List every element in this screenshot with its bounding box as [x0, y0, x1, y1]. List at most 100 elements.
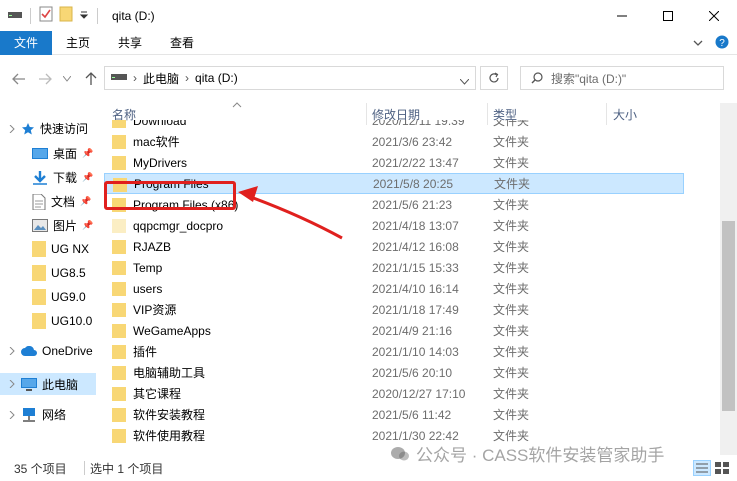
file-type: 文件夹 [493, 303, 530, 317]
details-view-button[interactable] [693, 460, 711, 479]
file-row[interactable]: mac软件 2021/3/6 23:42 文件夹 [104, 131, 684, 152]
breadcrumb-this-pc[interactable]: 此电脑 [143, 70, 179, 87]
file-row[interactable]: 软件安装教程 2021/5/6 11:42 文件夹 [104, 404, 684, 425]
details-view-icon [693, 460, 711, 476]
folder-icon [112, 345, 126, 362]
nav-item-quick-access[interactable]: 快速访问 [8, 120, 88, 137]
forward-button[interactable] [34, 68, 56, 90]
refresh-icon [489, 72, 499, 83]
tab-file[interactable]: 文件 [0, 30, 53, 55]
annotation-highlight-box [104, 181, 236, 210]
file-row[interactable]: MyDrivers 2021/2/22 13:47 文件夹 [104, 152, 684, 173]
nav-item-folder[interactable]: UG10.0 [32, 313, 92, 329]
download-icon [33, 170, 47, 185]
nav-label: UG9.0 [51, 290, 86, 304]
file-type: 文件夹 [493, 120, 530, 128]
minimize-button[interactable] [599, 0, 645, 31]
nav-item-folder[interactable]: UG8.5 [32, 265, 86, 281]
pin-icon: 📌 [82, 172, 94, 182]
close-button[interactable] [691, 0, 737, 31]
folder-icon [112, 261, 126, 278]
nav-item-folder[interactable]: UG9.0 [32, 289, 86, 305]
scrollbar-thumb[interactable] [722, 221, 735, 411]
file-row[interactable]: 电脑辅助工具 2021/5/6 20:10 文件夹 [104, 362, 684, 383]
maximize-button[interactable] [645, 0, 691, 31]
file-row[interactable]: RJAZB 2021/4/12 16:08 文件夹 [104, 236, 684, 257]
nav-item-onedrive[interactable]: OneDrive [8, 344, 93, 358]
file-row[interactable]: users 2021/4/10 16:14 文件夹 [104, 278, 684, 299]
file-date: 2021/4/18 13:07 [372, 218, 459, 233]
folder-icon [112, 303, 126, 320]
address-dropdown-button[interactable] [459, 74, 470, 88]
new-folder-icon[interactable] [59, 6, 73, 25]
search-box[interactable]: 搜索"qita (D:)" [520, 66, 724, 90]
customize-toolbar-icon[interactable] [79, 9, 89, 23]
file-date: 2021/3/6 23:42 [372, 134, 453, 149]
file-type: 文件夹 [493, 261, 530, 275]
nav-label: UG NX [51, 242, 90, 256]
file-row[interactable]: VIP资源 2021/1/18 17:49 文件夹 [104, 299, 684, 320]
expand-ribbon-icon[interactable] [693, 36, 703, 50]
folder-icon [112, 135, 126, 152]
file-row[interactable]: WeGameApps 2021/4/9 21:16 文件夹 [104, 320, 684, 341]
file-type: 文件夹 [493, 282, 530, 296]
tab-home[interactable]: 主页 [52, 31, 104, 55]
file-name: 其它课程 [133, 387, 182, 401]
file-row[interactable]: 插件 2021/1/10 14:03 文件夹 [104, 341, 684, 362]
large-icons-view-button[interactable] [713, 460, 731, 479]
recent-locations-button[interactable] [60, 68, 74, 90]
file-type: 文件夹 [493, 408, 530, 422]
nav-item-desktop[interactable]: 桌面 📌 [32, 145, 93, 162]
pin-icon: 📌 [82, 148, 94, 158]
selected-count: 选中 1 个项目 [90, 462, 164, 476]
file-date: 2021/1/18 17:49 [372, 302, 459, 317]
nav-item-documents[interactable]: 文档 📌 [32, 193, 91, 210]
nav-label: 桌面 [53, 147, 78, 161]
nav-item-downloads[interactable]: 下载 📌 [32, 169, 93, 186]
file-date: 2021/5/6 21:23 [372, 197, 453, 212]
nav-label: 下载 [53, 171, 78, 185]
computer-icon [21, 377, 37, 391]
breadcrumb-drive[interactable]: qita (D:) [195, 71, 238, 85]
tab-view[interactable]: 查看 [156, 31, 208, 55]
file-name: Download [133, 120, 187, 128]
tab-share[interactable]: 共享 [104, 31, 156, 55]
file-row[interactable]: Temp 2021/1/15 15:33 文件夹 [104, 257, 684, 278]
back-arrow-icon [12, 73, 25, 85]
file-date: 2021/2/22 13:47 [372, 155, 459, 170]
up-arrow-icon [85, 72, 97, 85]
file-row[interactable]: qqpcmgr_docpro 2021/4/18 13:07 文件夹 [104, 215, 684, 236]
file-type: 文件夹 [493, 345, 530, 359]
back-button[interactable] [8, 68, 30, 90]
file-type: 文件夹 [493, 324, 530, 338]
file-row[interactable]: Download 2020/12/11 19:39 文件夹 [104, 120, 684, 131]
file-row[interactable]: 其它课程 2020/12/27 17:10 文件夹 [104, 383, 684, 404]
file-type: 文件夹 [493, 219, 530, 233]
window-title: qita (D:) [112, 8, 155, 23]
nav-item-network[interactable]: 网络 [8, 406, 66, 423]
nav-item-this-pc[interactable]: 此电脑 [0, 373, 96, 395]
help-icon[interactable]: ? [715, 35, 729, 52]
title-bar: qita (D:) [0, 0, 737, 31]
file-name: Temp [133, 260, 163, 275]
up-button[interactable] [80, 68, 102, 90]
nav-item-folder[interactable]: UG NX [32, 241, 89, 257]
properties-icon[interactable] [39, 6, 53, 25]
refresh-button[interactable] [480, 66, 508, 90]
file-type: 文件夹 [493, 198, 530, 212]
file-name: WeGameApps [133, 323, 211, 338]
address-bar[interactable]: › 此电脑 › qita (D:) [104, 66, 476, 90]
file-name: users [133, 281, 163, 296]
nav-label: 快速访问 [40, 122, 89, 136]
large-icons-view-icon [715, 462, 729, 474]
file-name: qqpcmgr_docpro [133, 218, 224, 233]
address-row: › 此电脑 › qita (D:) 搜索"qita (D:)" [0, 55, 737, 103]
file-date: 2020/12/11 19:39 [372, 120, 465, 128]
file-type: 文件夹 [494, 177, 531, 191]
nav-item-pictures[interactable]: 图片 📌 [32, 217, 93, 234]
chevron-down-icon [63, 76, 71, 82]
drive-icon[interactable] [8, 9, 22, 23]
quick-access-toolbar [0, 0, 100, 31]
breadcrumb-separator: › [185, 71, 190, 85]
vertical-scrollbar[interactable] [720, 103, 737, 455]
